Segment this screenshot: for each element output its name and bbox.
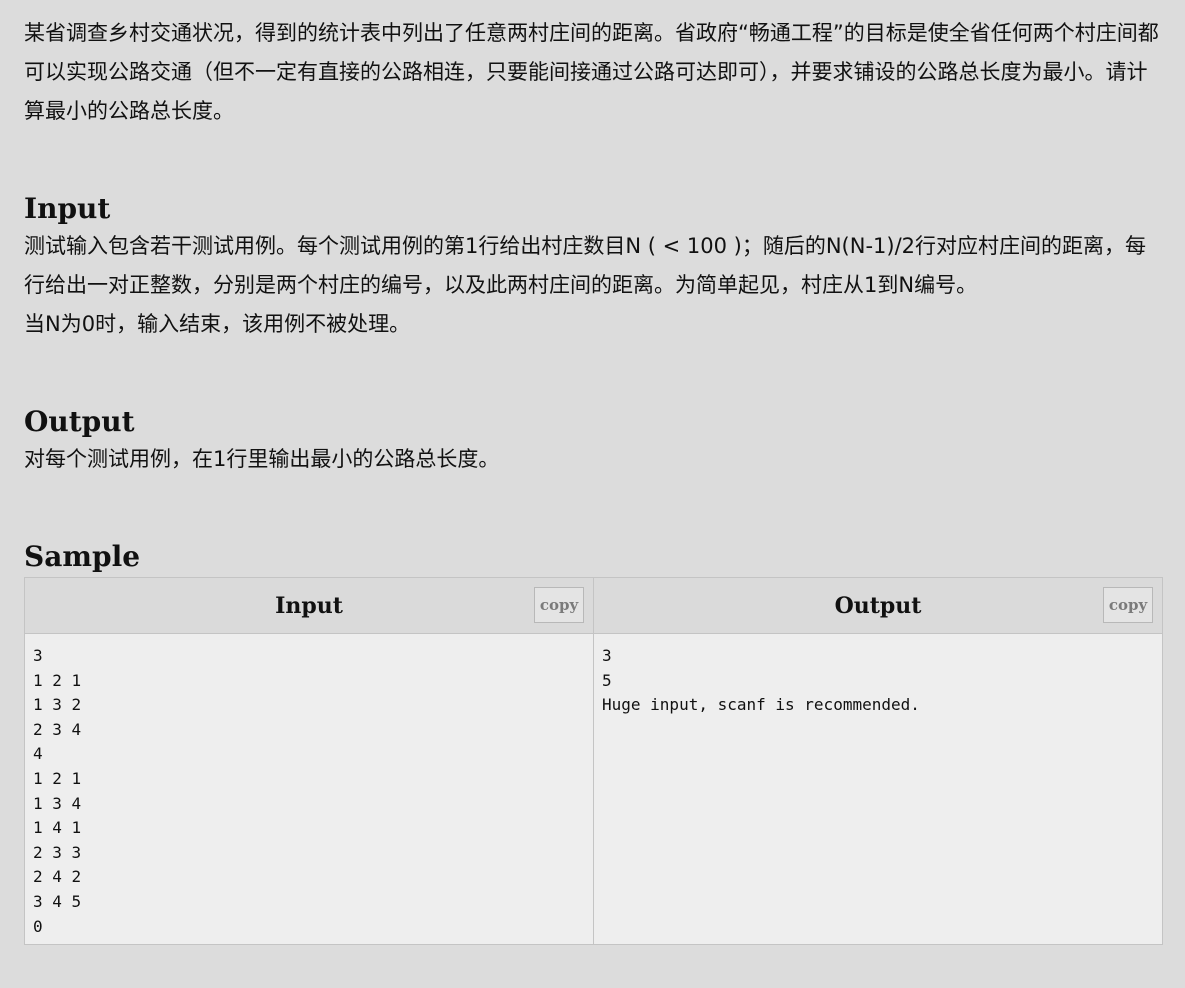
- sample-input-line: 4: [33, 744, 43, 764]
- sample-input-header-label: Input: [275, 592, 343, 619]
- problem-description: 某省调查乡村交通状况，得到的统计表中列出了任意两村庄间的距离。省政府“畅通工程”…: [24, 21, 1159, 123]
- copy-output-button[interactable]: copy: [1103, 587, 1153, 623]
- sample-input-line: 3 4 5: [33, 891, 82, 911]
- sample-input-line: 2 3 3: [33, 842, 82, 862]
- sample-output-body[interactable]: 3 5 Huge input, scanf is recommended.: [594, 634, 1162, 944]
- sample-input-line: 3: [33, 646, 43, 665]
- sample-output-header: Output copy: [594, 578, 1162, 634]
- output-section-text: 对每个测试用例，在1行里输出最小的公路总长度。: [24, 447, 500, 471]
- sample-input-line: 2 3 4: [33, 719, 82, 739]
- sample-input-line: 1 2 1: [33, 768, 82, 788]
- problem-content: 某省调查乡村交通状况，得到的统计表中列出了任意两村庄间的距离。省政府“畅通工程”…: [24, 14, 1163, 945]
- sample-table: Input copy 3 1 2 1 1 3 2 2 3 4 4 1 2 1 1 3 4 1 …: [24, 577, 1163, 945]
- sample-input-line: 0: [33, 916, 43, 936]
- sample-input-header: Input copy: [25, 578, 593, 634]
- sample-input-body[interactable]: 3 1 2 1 1 3 2 2 3 4 4 1 2 1 1 3 4 1 4 1 2 3 3 2 4…: [25, 634, 593, 944]
- sample-input-column: Input copy 3 1 2 1 1 3 2 2 3 4 4 1 2 1 1 3 4 1 …: [25, 578, 593, 944]
- sample-output-line: 3: [602, 646, 612, 665]
- sample-input-line: 1 3 2: [33, 695, 82, 715]
- sample-input-line: 2 4 2: [33, 867, 82, 887]
- sample-section-title: Sample: [24, 540, 141, 573]
- sample-input-line: 1 2 1: [33, 670, 82, 690]
- input-section-text: 测试输入包含若干测试用例。每个测试用例的第1行给出村庄数目N ( < 100 )…: [24, 234, 1147, 336]
- sample-output-column: Output copy 3 5 Huge input, scanf is recom…: [593, 578, 1162, 944]
- sample-output-header-label: Output: [834, 592, 922, 619]
- output-section-title: Output: [24, 405, 135, 438]
- sample-input-line: 1 3 4: [33, 793, 82, 813]
- input-section-title: Input: [24, 192, 111, 225]
- sample-output-line: Huge input, scanf is recommended.: [602, 695, 920, 715]
- sample-output-line: 5: [602, 670, 612, 690]
- sample-input-line: 1 4 1: [33, 818, 82, 838]
- copy-input-button[interactable]: copy: [534, 587, 584, 623]
